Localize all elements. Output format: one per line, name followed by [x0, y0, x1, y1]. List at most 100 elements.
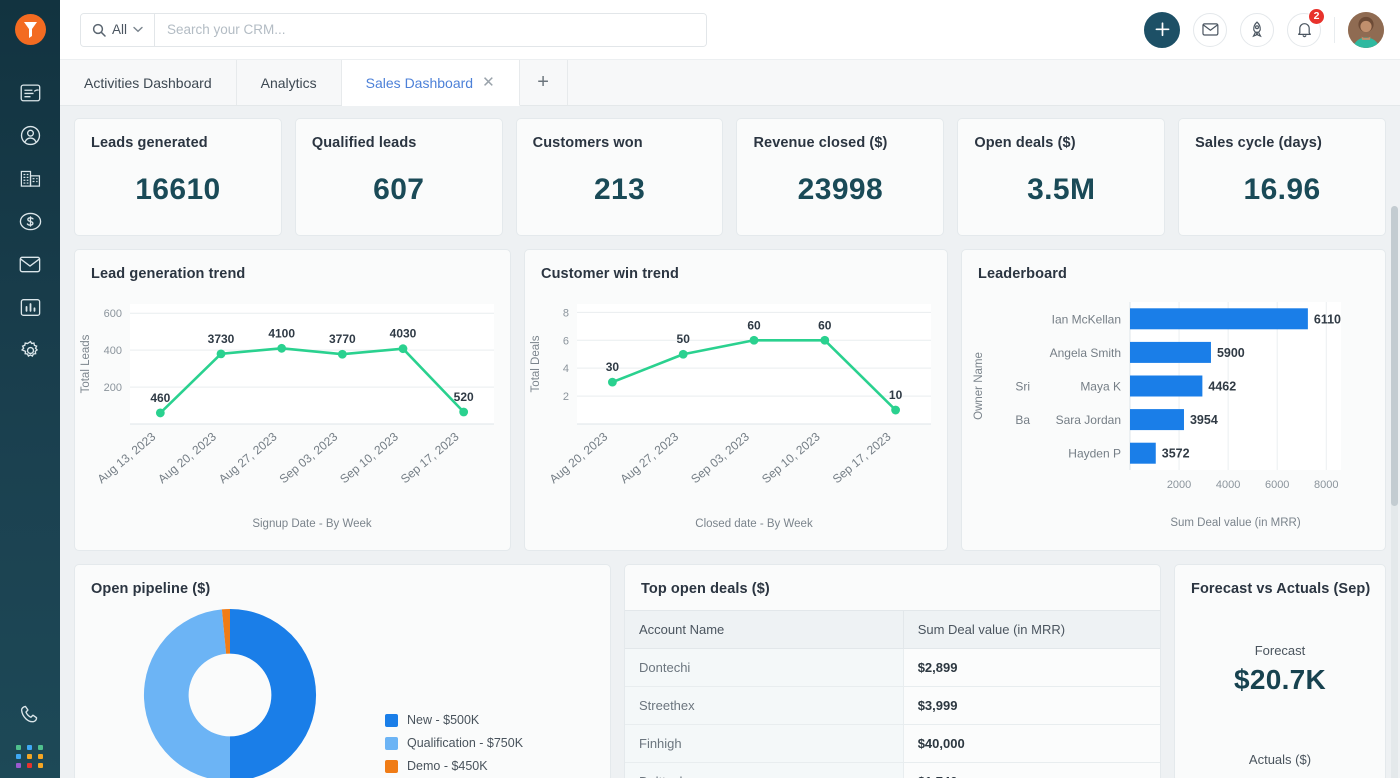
svg-text:4100: 4100 [268, 326, 295, 340]
chart-card-customer-win-trend[interactable]: Customer win trend 2 4 6 8 30 50 60 60 10 Aug 20,… [524, 249, 948, 551]
svg-text:3770: 3770 [329, 332, 356, 346]
avatar[interactable] [1348, 11, 1384, 48]
plus-icon [1155, 22, 1169, 37]
sidebar-item-contacts[interactable] [0, 114, 60, 157]
envelope-icon [19, 256, 41, 273]
search-scope-dropdown[interactable]: All [81, 13, 156, 46]
pipeline-legend: New - $500K Qualification - $750K Demo -… [385, 713, 523, 773]
svg-text:Aug 27, 2023: Aug 27, 2023 [617, 429, 681, 486]
chart-card-leaderboard[interactable]: Leaderboard 2000 4000 6000 8000 6110 Ian McKe… [961, 249, 1386, 551]
kpi-card-leads-generated[interactable]: Leads generated 16610 [74, 118, 282, 236]
svg-text:4: 4 [563, 363, 569, 375]
sidebar-item-leads[interactable] [0, 71, 60, 114]
dashboard-tabs: Activities Dashboard Analytics Sales Das… [60, 60, 1400, 106]
top-header: All Search your CRM... 2 [60, 0, 1400, 60]
svg-text:Sep 03, 2023: Sep 03, 2023 [688, 429, 752, 486]
svg-text:600: 600 [104, 308, 122, 320]
cell-account-name: Dalttech [625, 762, 904, 778]
svg-text:Sep 03, 2023: Sep 03, 2023 [277, 429, 341, 486]
svg-text:Owner Name: Owner Name [973, 352, 985, 420]
chart-card-lead-generation-trend[interactable]: Lead generation trend 200 400 600 460 3730 41… [74, 249, 511, 551]
cell-account-name: Dontechi [625, 648, 904, 687]
legend-swatch-demo [385, 759, 398, 773]
building-icon [20, 170, 40, 187]
notifications-button[interactable]: 2 [1287, 7, 1325, 47]
legend-swatch-qualification [385, 736, 398, 750]
rocket-button[interactable] [1240, 12, 1274, 47]
dollar-circle-icon [19, 212, 41, 231]
column-header-deal-value[interactable]: Sum Deal value (in MRR) [903, 610, 1160, 649]
chart-card-open-pipeline[interactable]: Open pipeline ($) New - $500K Qualificat… [74, 564, 611, 778]
add-tab-button[interactable]: + [519, 60, 568, 105]
sidebar-item-settings[interactable] [0, 329, 60, 372]
svg-text:Sum Deal value (in MRR): Sum Deal value (in MRR) [1170, 517, 1301, 529]
sidebar-item-deals[interactable] [0, 200, 60, 243]
add-button[interactable] [1144, 11, 1180, 48]
svg-text:Sep 17, 2023: Sep 17, 2023 [830, 429, 894, 486]
card-top-open-deals[interactable]: Top open deals ($) Account Name Sum Deal… [624, 564, 1161, 778]
cell-account-name: Streethex [625, 686, 904, 725]
sidebar-item-accounts[interactable] [0, 157, 60, 200]
svg-text:Sep 17, 2023: Sep 17, 2023 [398, 429, 462, 486]
svg-text:3954: 3954 [1190, 413, 1218, 427]
svg-text:60: 60 [747, 318, 761, 332]
table-row[interactable]: Finhigh $40,000 [625, 724, 1160, 763]
sidebar-item-phone[interactable] [19, 704, 41, 731]
kpi-card-sales-cycle[interactable]: Sales cycle (days) 16.96 [1178, 118, 1386, 236]
search-input[interactable] [155, 13, 706, 46]
chart-title: Lead generation trend [91, 266, 246, 282]
sidebar-item-analytics[interactable] [0, 286, 60, 329]
tab-activities-dashboard[interactable]: Activities Dashboard [60, 60, 237, 105]
svg-text:8000: 8000 [1314, 479, 1338, 491]
app-root: All Search your CRM... 2 Activities Dash… [0, 0, 1400, 778]
kpi-card-revenue-closed[interactable]: Revenue closed ($) 23998 [736, 118, 945, 236]
open-pipeline-donut [144, 608, 316, 778]
column-header-account-name[interactable]: Account Name [625, 610, 904, 649]
svg-text:Sri: Sri [1015, 380, 1030, 394]
vertical-scrollbar[interactable] [1391, 206, 1398, 778]
envelope-icon [1201, 23, 1218, 36]
table-row[interactable]: Streethex $3,999 [625, 686, 1160, 725]
chart-title: Customer win trend [541, 266, 679, 282]
svg-text:520: 520 [454, 390, 474, 404]
main-area: All Search your CRM... 2 Activities Dash… [60, 0, 1400, 778]
sidebar-item-mail[interactable] [0, 243, 60, 286]
tabbar-filler [567, 60, 1400, 105]
app-logo[interactable] [14, 14, 46, 45]
top-open-deals-table: Account Name Sum Deal value (in MRR) Don… [625, 610, 1160, 778]
tab-sales-dashboard[interactable]: Sales Dashboard ✕ [341, 60, 520, 106]
gear-icon [20, 340, 38, 357]
kpi-row: Leads generated 16610 Qualified leads 60… [74, 118, 1386, 236]
table-row[interactable]: Dalttech $1,740 [625, 762, 1160, 778]
card-forecast-vs-actuals[interactable]: Forecast vs Actuals (Sep) Forecast $20.7… [1174, 564, 1386, 778]
kpi-label: Open deals ($) [974, 135, 1076, 151]
tab-analytics[interactable]: Analytics [236, 60, 342, 105]
tab-close-icon[interactable]: ✕ [482, 75, 495, 90]
kpi-card-qualified-leads[interactable]: Qualified leads 607 [294, 118, 503, 236]
header-divider [1334, 16, 1335, 43]
chevron-down-icon [133, 26, 143, 33]
app-grid-icon[interactable] [15, 745, 45, 768]
actuals-label: Actuals ($) [1248, 752, 1312, 767]
search-icon [92, 23, 106, 37]
customer-win-trend-plot: 2 4 6 8 30 50 60 60 10 Aug 20, 2023 Aug 27, 2023 Se… [525, 282, 947, 532]
kpi-card-open-deals[interactable]: Open deals ($) 3.5M [957, 118, 1166, 236]
tab-label: Analytics [260, 74, 317, 91]
kpi-card-customers-won[interactable]: Customers won 213 [515, 118, 724, 236]
kpi-label: Revenue closed ($) [753, 135, 888, 151]
svg-text:2000: 2000 [1167, 479, 1191, 491]
phone-icon [20, 705, 38, 723]
svg-text:6110: 6110 [1314, 312, 1341, 326]
svg-text:Sep 10, 2023: Sep 10, 2023 [337, 429, 401, 486]
svg-text:Hayden P: Hayden P [1068, 447, 1121, 461]
table-row[interactable]: Dontechi $2,899 [625, 648, 1160, 687]
mail-button[interactable] [1193, 12, 1227, 47]
legend-label: New - $500K [407, 713, 480, 727]
scrollbar-thumb[interactable] [1391, 206, 1398, 506]
lead-generation-trend-plot: 200 400 600 460 3730 4100 3770 4030 520 Aug 13, 2… [75, 282, 510, 532]
svg-text:Aug 20, 2023: Aug 20, 2023 [547, 429, 611, 486]
card-lead-icon [20, 83, 40, 101]
svg-text:6: 6 [563, 335, 569, 347]
bell-icon [1297, 23, 1311, 38]
svg-text:60: 60 [818, 318, 832, 332]
